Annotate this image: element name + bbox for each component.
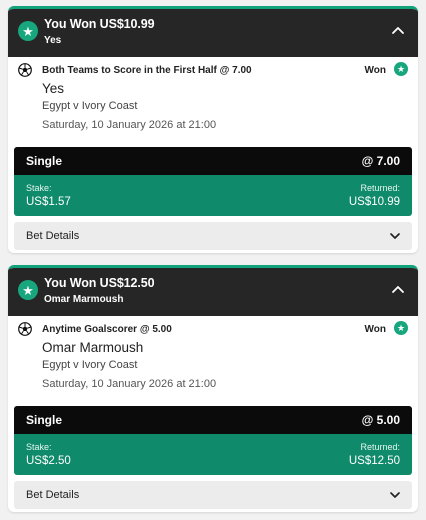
bet-odds: @ 7.00 bbox=[361, 154, 400, 168]
event-name: Egypt v Ivory Coast bbox=[42, 100, 138, 112]
selection-pick: Omar Marmoush bbox=[42, 340, 144, 355]
star-icon: ★ bbox=[394, 62, 408, 76]
bet-card-header[interactable]: ★ You Won US$10.99 Yes bbox=[8, 9, 418, 57]
win-subtitle: Yes bbox=[44, 35, 62, 46]
star-icon: ★ bbox=[18, 280, 38, 300]
returned-label: Returned: bbox=[360, 442, 400, 452]
chevron-down-icon bbox=[390, 233, 400, 239]
stake-label: Stake: bbox=[26, 183, 52, 193]
bet-details-label: Bet Details bbox=[26, 230, 80, 242]
win-title: You Won US$12.50 bbox=[44, 276, 155, 290]
event-date: Saturday, 10 January 2026 at 21:00 bbox=[42, 119, 217, 131]
market-name: Anytime Goalscorer @ 5.00 bbox=[42, 324, 172, 335]
chevron-up-icon[interactable] bbox=[390, 23, 406, 39]
bet-card: ★ You Won US$12.50 Omar Marmoush Anytime… bbox=[8, 265, 418, 512]
selection-pick: Yes bbox=[42, 81, 65, 96]
bet-type-bar: Single @ 5.00 bbox=[14, 406, 412, 434]
stake-returned-bar: Stake: US$2.50 Returned: US$12.50 bbox=[14, 434, 412, 475]
event-date: Saturday, 10 January 2026 at 21:00 bbox=[42, 378, 217, 390]
stake-value: US$2.50 bbox=[26, 455, 71, 467]
stake-returned-bar: Stake: US$1.57 Returned: US$10.99 bbox=[14, 175, 412, 216]
market-name: Both Teams to Score in the First Half @ … bbox=[42, 65, 252, 76]
stake-label: Stake: bbox=[26, 442, 52, 452]
result-status: Won bbox=[364, 324, 386, 335]
bet-type: Single bbox=[26, 154, 63, 168]
bet-type: Single bbox=[26, 413, 63, 427]
bet-type-bar: Single @ 7.00 bbox=[14, 147, 412, 175]
star-icon: ★ bbox=[394, 321, 408, 335]
result-status: Won bbox=[364, 65, 386, 76]
selection: Both Teams to Score in the First Half @ … bbox=[8, 57, 418, 145]
bet-card: ★ You Won US$10.99 Yes Both Teams to Sco… bbox=[8, 6, 418, 253]
returned-label: Returned: bbox=[360, 183, 400, 193]
returned-value: US$12.50 bbox=[348, 455, 400, 467]
bet-card-header[interactable]: ★ You Won US$12.50 Omar Marmoush bbox=[8, 268, 418, 316]
bet-details-label: Bet Details bbox=[26, 489, 80, 501]
star-icon: ★ bbox=[18, 21, 38, 41]
win-subtitle: Omar Marmoush bbox=[44, 294, 124, 305]
event-name: Egypt v Ivory Coast bbox=[42, 359, 138, 371]
chevron-down-icon bbox=[390, 492, 400, 498]
football-icon bbox=[18, 63, 32, 77]
selection: Anytime Goalscorer @ 5.00 Won ★ Omar Mar… bbox=[8, 316, 418, 404]
win-title: You Won US$10.99 bbox=[44, 17, 155, 31]
stake-value: US$1.57 bbox=[26, 196, 71, 208]
bet-details-button[interactable]: Bet Details bbox=[14, 481, 412, 509]
chevron-up-icon[interactable] bbox=[390, 282, 406, 298]
bet-odds: @ 5.00 bbox=[361, 413, 400, 427]
returned-value: US$10.99 bbox=[348, 196, 400, 208]
football-icon bbox=[18, 322, 32, 336]
bet-details-button[interactable]: Bet Details bbox=[14, 222, 412, 250]
